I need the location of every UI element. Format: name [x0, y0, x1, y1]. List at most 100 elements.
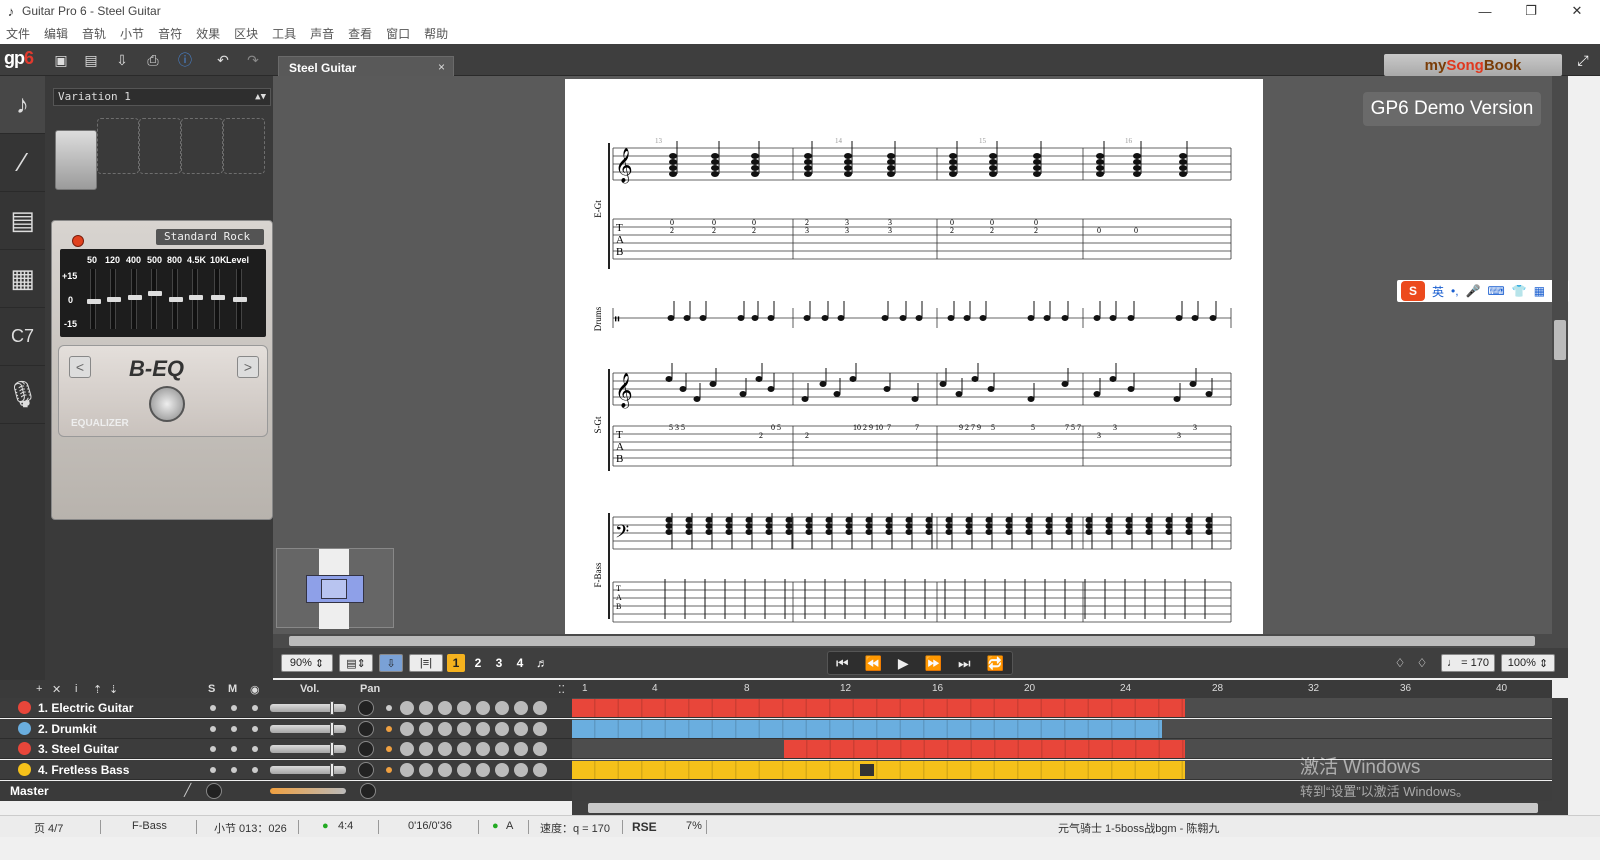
eq-preset-select[interactable]: Standard Rock — [156, 229, 264, 245]
rewind-icon[interactable]: ⏪ — [865, 655, 882, 672]
pedal-footswitch[interactable] — [149, 386, 185, 422]
save-file-icon[interactable]: ⇩ — [111, 50, 133, 70]
first-bar-icon[interactable]: ⏮ — [836, 655, 849, 672]
menu-edit[interactable]: 编辑 — [44, 25, 68, 42]
next-pedal-button[interactable]: > — [237, 356, 259, 378]
resize-icon[interactable]: ⁚⁚ — [558, 683, 565, 696]
automation-knob[interactable] — [533, 722, 547, 736]
eq-toggle[interactable] — [386, 705, 392, 711]
menu-tools[interactable]: 工具 — [272, 25, 296, 42]
menu-help[interactable]: 帮助 — [424, 25, 448, 42]
countin-icon[interactable]: ♢ — [1413, 654, 1431, 672]
score-notation[interactable]: E-GtDrumsS-GtF-Bass𝄞𝄞𝄢𝄥TTTAAABBB13 14 15 16… — [565, 79, 1263, 634]
power-led-icon[interactable] — [72, 235, 84, 247]
track-clip[interactable] — [572, 699, 1185, 717]
solo-toggle[interactable] — [210, 726, 216, 732]
volume-slider-handle[interactable] — [330, 701, 334, 715]
play-icon[interactable]: ▶ — [898, 655, 909, 672]
automation-knob[interactable] — [476, 763, 490, 777]
fx-slot-empty[interactable] — [97, 118, 139, 174]
remove-track-icon[interactable]: ✕ — [52, 683, 61, 696]
ime-menu-icon[interactable]: ▦ — [1534, 284, 1545, 298]
score-vertical-scrollbar[interactable] — [1552, 76, 1568, 634]
track-lane[interactable] — [572, 719, 1552, 739]
volume-slider[interactable] — [270, 725, 346, 733]
pan-knob[interactable] — [358, 741, 374, 757]
automation-knob[interactable] — [400, 722, 414, 736]
page-navigator[interactable] — [276, 548, 394, 629]
automation-knob[interactable] — [495, 763, 509, 777]
track-row[interactable]: 2. Drumkit — [0, 719, 572, 739]
info-icon[interactable]: ⓘ — [174, 50, 196, 70]
automation-knob[interactable] — [419, 742, 433, 756]
automation-knob[interactable] — [495, 742, 509, 756]
metronome-icon[interactable]: ♢ — [1391, 654, 1409, 672]
move-down-icon[interactable]: ⇣ — [109, 683, 118, 696]
menu-file[interactable]: 文件 — [6, 25, 30, 42]
eq-toggle[interactable] — [386, 767, 392, 773]
eq-slider[interactable] — [189, 269, 203, 329]
visibility-toggle[interactable] — [252, 705, 258, 711]
volume-slider-handle[interactable] — [330, 722, 334, 736]
automation-knob[interactable] — [476, 722, 490, 736]
status-rse[interactable]: RSE — [632, 820, 657, 834]
menu-note[interactable]: 音符 — [158, 25, 182, 42]
automation-knob[interactable] — [457, 701, 471, 715]
pan-knob[interactable] — [358, 721, 374, 737]
automation-knob[interactable] — [419, 701, 433, 715]
new-file-icon[interactable]: ▣ — [50, 50, 72, 70]
automation-knob[interactable] — [438, 701, 452, 715]
menu-effects[interactable]: 效果 — [196, 25, 220, 42]
variation-select[interactable]: Variation 1 ▲▼ — [53, 88, 271, 106]
master-automation-icon[interactable]: ╱ — [184, 783, 191, 797]
eq-slider[interactable] — [87, 269, 101, 329]
automation-knob[interactable] — [495, 722, 509, 736]
automation-knob[interactable] — [476, 742, 490, 756]
fullscreen-icon[interactable]: ⤢ — [1572, 50, 1594, 70]
ime-punct-icon[interactable]: •, — [1451, 284, 1459, 298]
automation-knob[interactable] — [419, 763, 433, 777]
pan-knob[interactable] — [358, 762, 374, 778]
automation-knob[interactable] — [457, 722, 471, 736]
automation-knob[interactable] — [514, 722, 528, 736]
automation-knob[interactable] — [533, 701, 547, 715]
note-input-icon[interactable]: ♬ — [533, 654, 551, 672]
prev-pedal-button[interactable]: < — [69, 356, 91, 378]
menu-view[interactable]: 查看 — [348, 25, 372, 42]
voice-3-button[interactable]: 3 — [490, 654, 508, 672]
automation-knob[interactable] — [457, 742, 471, 756]
ime-toolbar[interactable]: S 英 •, 🎤 ⌨ 👕 ▦ — [1397, 280, 1569, 302]
eq-pedal-thumbnail[interactable] — [55, 130, 97, 190]
mute-toggle[interactable] — [231, 746, 237, 752]
ime-skin-icon[interactable]: 👕 — [1512, 284, 1527, 298]
solo-toggle[interactable] — [210, 767, 216, 773]
automation-knob[interactable] — [438, 763, 452, 777]
add-track-icon[interactable]: + — [36, 683, 42, 695]
menu-section[interactable]: 区块 — [234, 25, 258, 42]
menu-sound[interactable]: 声音 — [310, 25, 334, 42]
ime-mic-icon[interactable]: 🎤 — [1466, 284, 1481, 298]
automation-knob[interactable] — [419, 722, 433, 736]
eq-toggle[interactable] — [386, 746, 392, 752]
track-row[interactable]: 1. Electric Guitar — [0, 698, 572, 718]
visibility-toggle[interactable] — [252, 746, 258, 752]
eq-slider[interactable] — [148, 269, 162, 329]
master-volume-slider[interactable] — [270, 788, 346, 794]
minimize-button[interactable]: — — [1462, 0, 1508, 22]
automation-knob[interactable] — [438, 722, 452, 736]
voice-1-button[interactable]: 1 — [447, 654, 465, 672]
automation-knob[interactable] — [514, 701, 528, 715]
automation-knob[interactable] — [400, 763, 414, 777]
master-pan-knob[interactable] — [360, 783, 376, 799]
track-clip[interactable] — [572, 761, 1185, 779]
note-palette-icon[interactable]: ♪ — [0, 76, 45, 134]
volume-slider-handle[interactable] — [330, 742, 334, 756]
chord-diagram-icon[interactable]: C7 — [0, 308, 45, 366]
track-info-icon[interactable]: i — [75, 683, 77, 695]
bar-layout-icon[interactable]: |≡| — [409, 654, 443, 672]
ime-keyboard-icon[interactable]: ⌨ — [1488, 284, 1505, 298]
tab-steel-guitar[interactable]: Steel Guitar × — [278, 56, 454, 78]
last-bar-icon[interactable]: ⏭ — [958, 655, 971, 672]
voice-2-button[interactable]: 2 — [469, 654, 487, 672]
amp-rack-icon[interactable]: ▤ — [0, 192, 45, 250]
